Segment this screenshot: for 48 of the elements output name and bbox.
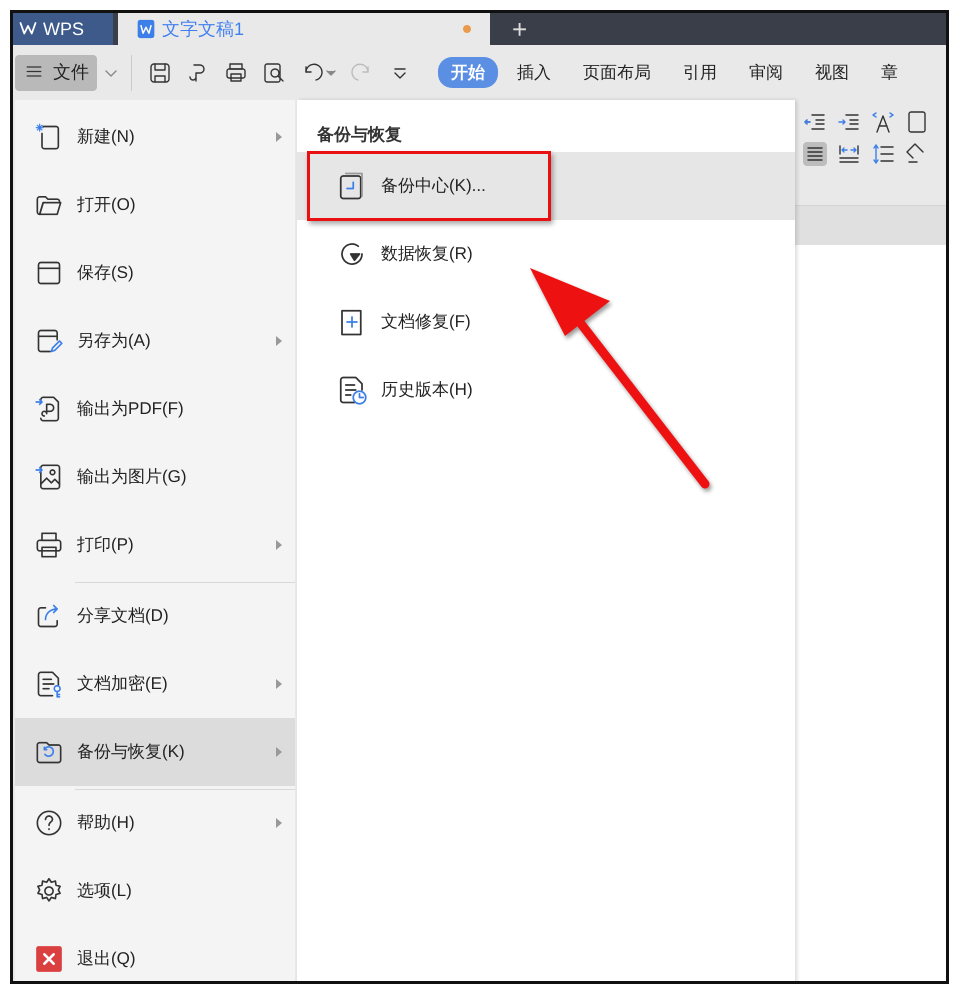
- line-spacing-icon: [871, 142, 895, 166]
- help-icon: [35, 809, 63, 837]
- menu-item[interactable]: 文档加密(E): [15, 650, 295, 718]
- ribbon-tab[interactable]: 章: [868, 56, 911, 88]
- file-menu-button[interactable]: 文件: [15, 54, 97, 90]
- unsaved-dot: [463, 25, 471, 33]
- menu-item[interactable]: 输出为图片(G): [15, 443, 295, 511]
- submenu-item[interactable]: 文档修复(F): [297, 288, 795, 356]
- menu-item[interactable]: 备份与恢复(K): [15, 718, 295, 786]
- menu-item[interactable]: 打印(P): [15, 511, 295, 579]
- menu-item[interactable]: 输出为PDF(F): [15, 375, 295, 443]
- submenu-caret-icon: [275, 746, 283, 758]
- save-icon: [148, 60, 172, 84]
- ribbon-tab[interactable]: 页面布局: [570, 56, 664, 88]
- print-preview-icon: [262, 60, 286, 84]
- ribbon-tab[interactable]: 审阅: [736, 56, 796, 88]
- menu-item[interactable]: 选项(L): [15, 857, 295, 925]
- save-icon: [35, 259, 63, 287]
- menu-item[interactable]: 新建(N): [15, 103, 295, 171]
- submenu-item[interactable]: 数据恢复(R): [297, 220, 795, 288]
- ribbon-tab[interactable]: 插入: [504, 56, 564, 88]
- submenu-title: 备份与恢复: [316, 124, 403, 146]
- menu-item[interactable]: 退出(Q): [15, 925, 295, 981]
- document-lock-icon: [35, 670, 63, 698]
- ribbon-tab[interactable]: 视图: [802, 56, 862, 88]
- close-icon: [35, 945, 63, 973]
- submenu-caret-icon: [275, 131, 283, 143]
- save-as-icon: [35, 327, 63, 355]
- align-justify-icon: [803, 142, 827, 166]
- document-logo-icon: [136, 18, 156, 40]
- submenu-item[interactable]: 备份中心(K)...: [297, 152, 795, 220]
- ribbon-tab[interactable]: 引用: [670, 56, 730, 88]
- new-tab-button[interactable]: +: [490, 13, 550, 45]
- submenu-caret-icon: [275, 678, 283, 690]
- image-export-icon: [35, 463, 63, 491]
- submenu-item[interactable]: 历史版本(H): [297, 356, 795, 424]
- app-tab[interactable]: WPS: [13, 13, 113, 45]
- submenu-caret-icon: [275, 335, 283, 347]
- menu-item[interactable]: 打开(O): [15, 171, 295, 239]
- print-icon: [224, 60, 248, 84]
- history-icon: [337, 374, 367, 404]
- menu-item[interactable]: 另存为(A): [15, 307, 295, 375]
- caret-icon: [326, 70, 336, 76]
- font-size-icon: [871, 110, 895, 134]
- submenu-caret-icon: [275, 817, 283, 829]
- submenu-caret-icon: [275, 539, 283, 551]
- menu-item[interactable]: 保存(S): [15, 239, 295, 307]
- print-icon: [35, 531, 63, 559]
